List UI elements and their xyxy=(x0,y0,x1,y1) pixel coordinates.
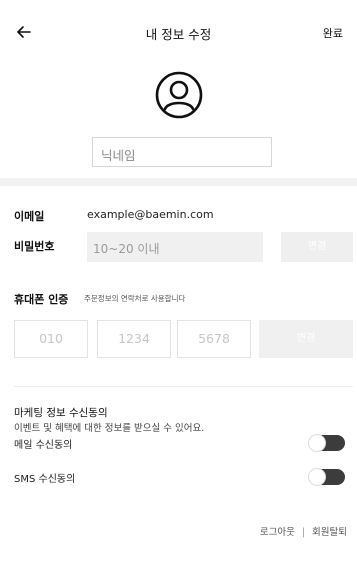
phone-part-2-input[interactable]: 1234 xyxy=(97,320,171,358)
sms-consent-label: SMS 수신동의 xyxy=(14,474,76,485)
password-input[interactable]: 10~20 이내 xyxy=(87,232,263,262)
user-circle-icon xyxy=(155,71,203,119)
footer-links: 로그아웃 | 회원탈퇴 xyxy=(260,524,347,538)
marketing-description: 이벤트 및 혜택에 대한 정보를 받으실 수 있어요. xyxy=(14,423,205,434)
email-label: 이메일 xyxy=(14,210,45,223)
marketing-title: 마케팅 정보 수신동의 xyxy=(14,407,108,419)
phone-label: 휴대폰 인증 xyxy=(14,293,69,306)
email-consent-toggle[interactable] xyxy=(309,435,345,451)
done-button[interactable]: 완료 xyxy=(323,25,343,41)
toggle-knob xyxy=(309,435,325,451)
password-change-button[interactable]: 변경 xyxy=(281,232,353,262)
avatar[interactable] xyxy=(154,70,204,120)
divider xyxy=(14,386,353,387)
sms-consent-toggle[interactable] xyxy=(309,469,345,485)
nickname-input[interactable]: 닉네임 xyxy=(92,137,272,167)
email-value: example@baemin.com xyxy=(87,208,214,221)
page-title: 내 정보 수정 xyxy=(145,27,212,42)
phone-part-3-input[interactable]: 5678 xyxy=(177,320,251,358)
email-consent-label: 메일 수신동의 xyxy=(14,440,73,451)
footer-separator: | xyxy=(301,527,306,538)
phone-change-button[interactable]: 변경 xyxy=(259,320,353,358)
toggle-knob xyxy=(309,469,325,485)
phone-hint: 주문정보의 연락처로 사용합니다 xyxy=(84,294,186,303)
section-divider xyxy=(0,178,357,186)
logout-link[interactable]: 로그아웃 xyxy=(260,524,295,538)
password-label: 비밀번호 xyxy=(14,240,55,253)
phone-part-1-input[interactable]: 010 xyxy=(14,320,88,358)
withdraw-link[interactable]: 회원탈퇴 xyxy=(312,524,347,538)
